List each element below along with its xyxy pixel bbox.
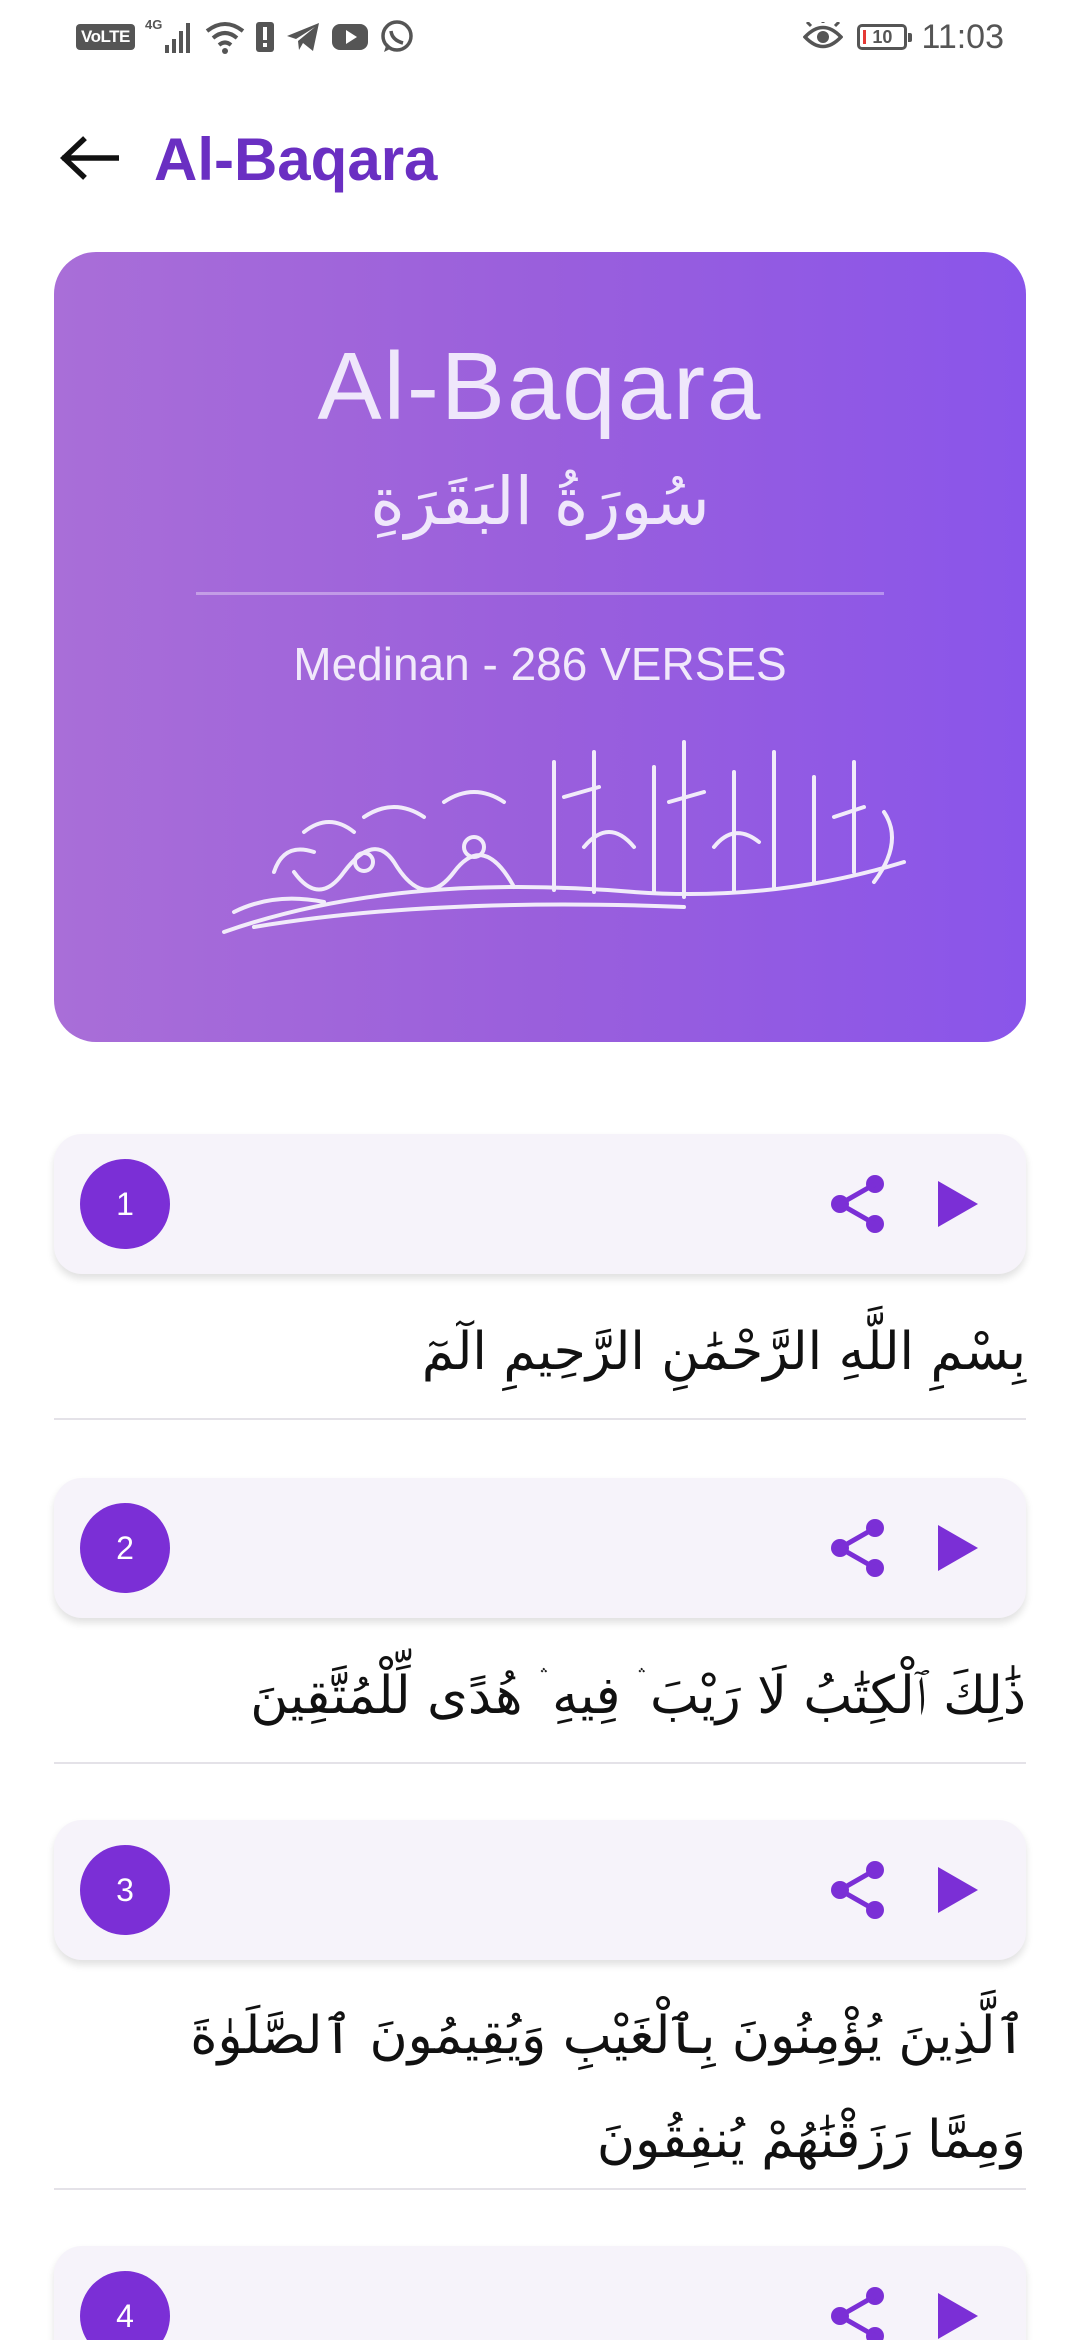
verse-text-3: ٱلَّذِينَ يُؤْمِنُونَ بِٱلْغَيْبِ وَيُقِ… [190,2006,1026,2170]
verse-divider [54,2188,1026,2190]
arrow-left-icon [59,135,120,185]
verse-number-badge: 4 [80,2271,170,2340]
share-icon [831,1175,884,1233]
share-button[interactable] [824,2282,892,2340]
share-button[interactable] [824,1514,892,1582]
play-icon [938,1525,978,1571]
status-right-icons: 10 11:03 [803,14,1004,60]
play-button[interactable] [924,1856,992,1924]
surah-name: Al-Baqara [317,333,763,440]
app-bar: Al-Baqara [0,100,1080,220]
wifi-icon [205,19,245,55]
surah-header-card: Al-Baqara سُورَةُ البَقَرَةِ Medinan - 2… [54,252,1026,1042]
signal-icon: 4G [145,17,195,57]
battery-icon: 10 [857,24,913,50]
verse-divider [54,1762,1026,1764]
share-button[interactable] [824,1170,892,1238]
surah-meta: Medinan - 286 VERSES [293,638,787,690]
surah-arabic-name: سُورَةُ البَقَرَةِ [370,463,710,540]
status-time: 11:03 [921,17,1004,56]
card-divider [196,592,884,595]
play-icon [938,1181,978,1227]
share-button[interactable] [824,1856,892,1924]
verse-number-badge: 2 [80,1503,170,1593]
verse-number-badge: 3 [80,1845,170,1935]
verse-header-4: 4 [54,2246,1026,2340]
svg-text:4G: 4G [145,17,162,32]
telegram-icon [285,21,321,53]
verse-text-2: ذَٰلِكَ ٱلْكِتَٰبُ لَا رَيْبَ ۛ فِيهِ ۛ … [250,1666,1026,1726]
play-icon [938,2293,978,2339]
share-icon [831,1861,884,1919]
share-icon [831,2287,884,2340]
verse-text-1: بِسْمِ اللَّهِ الرَّحْمَٰنِ الرَّحِيمِ ا… [421,1322,1026,1382]
share-icon [831,1519,884,1577]
screen: VoLTE 4G 10 11:03 Al-Baqara Al-Baqara سُ… [0,0,1080,2340]
whatsapp-icon [379,19,415,55]
volte-icon: VoLTE [76,24,135,50]
page-title: Al-Baqara [154,126,438,193]
verse-header-3: 3 [54,1820,1026,1960]
back-button[interactable] [55,130,123,190]
status-bar: VoLTE 4G 10 11:03 [0,0,1080,72]
play-icon [938,1867,978,1913]
alert-icon [255,20,275,54]
verse-number-badge: 1 [80,1159,170,1249]
status-left-icons: VoLTE 4G [76,14,415,60]
play-button[interactable] [924,2282,992,2340]
youtube-icon [331,22,369,52]
verse-header-1: 1 [54,1134,1026,1274]
play-button[interactable] [924,1170,992,1238]
verse-header-2: 2 [54,1478,1026,1618]
bismillah-calligraphy-icon [214,722,914,962]
verse-divider [54,1418,1026,1420]
eye-icon [803,22,844,52]
play-button[interactable] [924,1514,992,1582]
